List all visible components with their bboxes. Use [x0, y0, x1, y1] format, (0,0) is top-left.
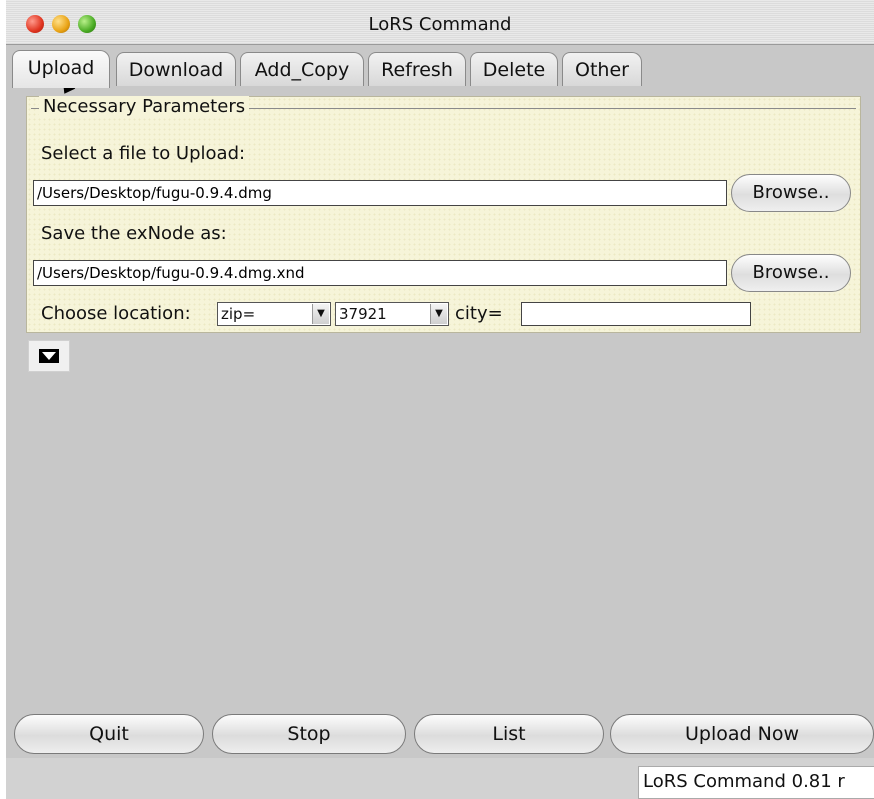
tab-other[interactable]: Other — [562, 52, 642, 86]
tab-upload[interactable]: Upload — [12, 50, 110, 88]
list-button[interactable]: List — [414, 714, 604, 754]
window-title: LoRS Command — [368, 14, 512, 35]
location-value: 37921 — [339, 305, 387, 323]
app-window: LoRS Command Upload Download Add_Copy Re… — [6, 0, 874, 799]
choose-location-label: Choose location: — [41, 303, 191, 324]
browse-exnode-button[interactable]: Browse.. — [731, 254, 851, 292]
save-exnode-label: Save the exNode as: — [41, 223, 227, 244]
location-type-select[interactable]: zip= ▼ — [217, 302, 331, 326]
tab-download[interactable]: Download — [116, 52, 236, 86]
status-text: LoRS Command 0.81 r — [638, 766, 874, 799]
chevron-down-icon[interactable]: ▼ — [312, 304, 329, 324]
browse-file-button[interactable]: Browse.. — [731, 174, 851, 212]
select-file-label: Select a file to Upload: — [41, 143, 246, 164]
upload-now-button[interactable]: Upload Now — [610, 714, 874, 754]
location-type-value: zip= — [221, 305, 256, 323]
tab-refresh[interactable]: Refresh — [368, 52, 466, 86]
disclosure-triangle-icon[interactable] — [39, 349, 59, 363]
necessary-parameters-panel: Necessary Parameters Select a file to Up… — [26, 96, 861, 333]
stop-button[interactable]: Stop — [212, 714, 406, 754]
tab-delete[interactable]: Delete — [470, 52, 558, 86]
chevron-down-icon[interactable]: ▼ — [430, 304, 447, 324]
tab-bar: Upload Download Add_Copy Refresh Delete … — [12, 50, 872, 88]
city-input[interactable] — [521, 302, 751, 326]
upload-file-field[interactable]: /Users/Desktop/fugu-0.9.4.dmg — [33, 180, 727, 206]
panel-legend: Necessary Parameters — [39, 96, 250, 118]
tab-add-copy[interactable]: Add_Copy — [240, 52, 364, 86]
title-bar[interactable]: LoRS Command — [6, 0, 874, 45]
quit-button[interactable]: Quit — [14, 714, 204, 754]
expand-toggle[interactable] — [28, 340, 70, 372]
city-label: city= — [455, 303, 503, 324]
location-value-select[interactable]: 37921 ▼ — [335, 302, 449, 326]
exnode-path-field[interactable]: /Users/Desktop/fugu-0.9.4.dmg.xnd — [33, 260, 727, 286]
